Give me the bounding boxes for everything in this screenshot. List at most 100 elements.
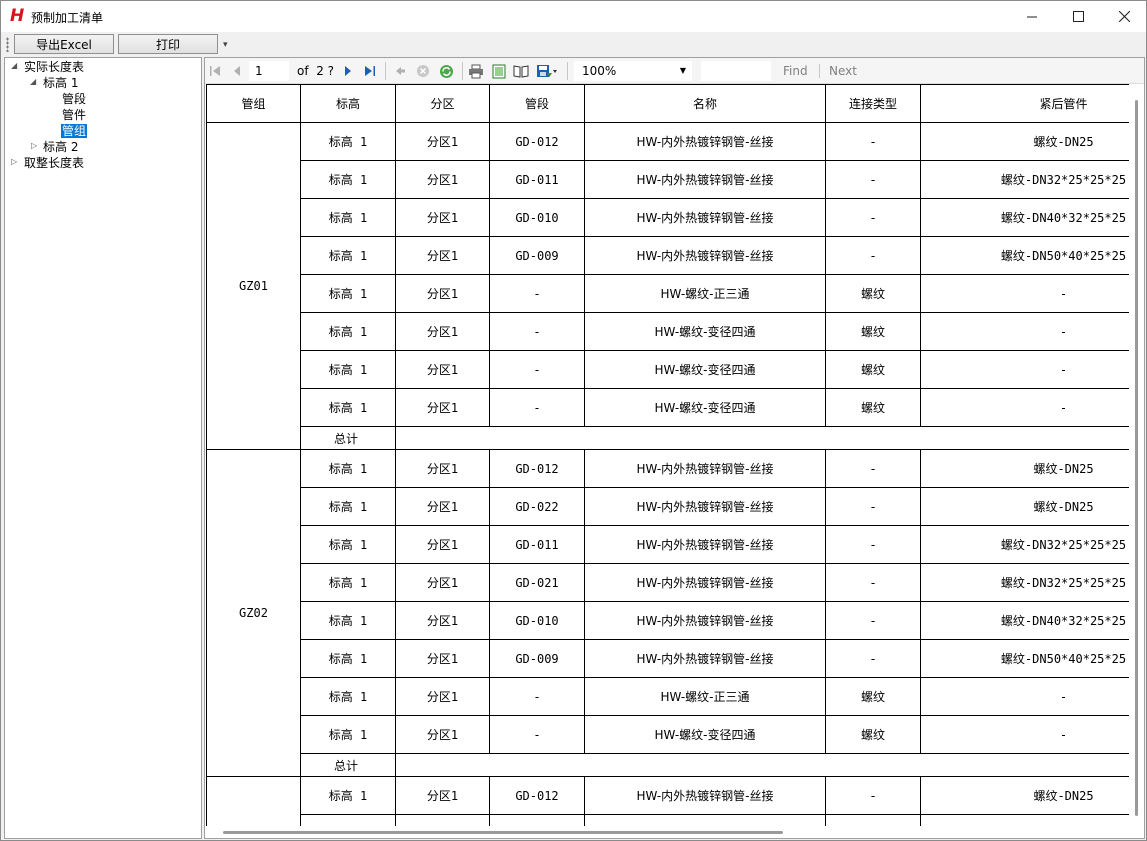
total-row: 总计 [207,753,1129,777]
toolbar-overflow-icon[interactable]: ▾ [223,40,228,50]
back-icon[interactable] [392,63,408,79]
app-logo: H [10,6,25,26]
previous-page-icon[interactable] [229,63,245,79]
expand-arrow-icon[interactable]: ▷ [31,141,37,150]
total-label: 总计 [300,426,396,450]
minimize-button[interactable] [1009,1,1055,32]
report-viewer: 1 of 2 ? 100% ▼ Find Next 管组 标高 分区 管段 名称… [204,57,1145,839]
table-cell: 螺纹-DN25 [920,122,1129,161]
table-cell [584,814,826,826]
table-row: GZ01 标高 1 分区1 GD-012 HW-内外热镀锌钢管-丝接 - 螺纹-DN25 [206,122,1129,450]
close-button[interactable] [1101,1,1147,32]
table-cell: 螺纹-DN25 [920,487,1129,526]
table-cell: 螺纹 [825,677,921,716]
table-row: 标高 1 分区1- HW-螺纹-正三通 螺纹 - [207,677,1129,716]
stop-icon[interactable] [415,63,431,79]
total-value [395,753,1129,777]
table-cell: 标高 1 [300,639,396,678]
table-row: 标高 1 分区1- HW-螺纹-变径四通 螺纹 - [207,715,1129,754]
table-row: GZ02 标高 1 分区1 GD-012 HW-内外热镀锌钢管-丝接 - 螺纹-DN25 [206,449,1129,777]
table-row: 标高 1 分区1- HW-螺纹-正三通 螺纹 - [207,274,1129,313]
table-cell: 标高 1 [300,274,396,313]
toolbar-separator [819,64,820,78]
table-cell: HW-内外热镀锌钢管-丝接 [584,563,826,602]
toolbar-separator [567,62,568,80]
table-cell: 分区1 [395,563,490,602]
column-header: 连接类型 [825,84,921,123]
expand-arrow-icon[interactable]: ▷ [11,157,17,166]
first-page-icon[interactable] [207,63,223,79]
column-header: 管段 [489,84,585,123]
zoom-select[interactable]: 100% ▼ [574,61,692,81]
find-link[interactable]: Find [783,64,808,78]
print-button[interactable]: 打印 [118,34,218,54]
table-cell: 标高 1 [300,449,396,488]
table-cell: 标高 1 [300,776,396,815]
table-cell: 螺纹 [825,715,921,754]
table-cell: - [825,160,921,199]
table-cell: 螺纹 [825,388,921,427]
current-page-input[interactable]: 1 [249,61,289,81]
tree-item-elevation-2[interactable]: 标高 2 [43,139,78,155]
total-label: 总计 [300,753,396,777]
tree-item-pipe-segment[interactable]: 管段 [62,91,86,107]
next-link[interactable]: Next [829,64,857,78]
find-input[interactable] [701,61,771,81]
export-excel-button[interactable]: 导出Excel [14,34,114,54]
table-cell: - [825,198,921,237]
table-cell: HW-内外热镀锌钢管-丝接 [584,487,826,526]
print-layout-icon[interactable] [491,63,507,79]
table-cell: 标高 1 [300,563,396,602]
table-cell: HW-内外热镀锌钢管-丝接 [584,198,826,237]
table-cell: HW-内外热镀锌钢管-丝接 [584,525,826,564]
page-setup-icon[interactable] [513,63,529,79]
next-page-icon[interactable] [340,63,356,79]
table-cell: GD-012 [489,122,585,161]
table-cell: 标高 1 [300,677,396,716]
maximize-icon [1072,11,1084,22]
toolbar-grip-icon[interactable] [6,37,9,52]
table-cell: - [920,312,1129,351]
vertical-scrollbar[interactable] [1129,84,1144,826]
report-toolbar: 1 of 2 ? 100% ▼ Find Next [205,58,1144,84]
table-cell: HW-螺纹-正三通 [584,274,826,313]
table-cell: 标高 1 [300,487,396,526]
tree-item-fitting[interactable]: 管件 [62,107,86,123]
print-icon[interactable] [468,63,484,79]
tree-item-rounded-length[interactable]: 取整长度表 [24,155,84,171]
report-content: 管组 标高 分区 管段 名称 连接类型 紧后管件 GZ01 标高 1 分区1 GD-0… [205,84,1129,826]
zoom-value: 100% [582,64,617,78]
maximize-button[interactable] [1055,1,1101,32]
table-cell: - [489,715,585,754]
tree-item-elevation-1[interactable]: 标高 1 [43,75,78,91]
export-dropdown-icon[interactable] [536,63,558,79]
scrollbar-thumb[interactable] [223,831,783,834]
table-cell: 标高 1 [300,350,396,389]
tree-item-actual-length[interactable]: 实际长度表 [24,59,84,75]
column-header: 紧后管件 [920,84,1129,123]
table-row: 标高 1 分区1- HW-螺纹-变径四通 螺纹 - [207,312,1129,351]
table-cell: - [825,563,921,602]
total-row: 总计 [207,426,1129,450]
table-cell: HW-内外热镀锌钢管-丝接 [584,122,826,161]
table-cell [489,814,585,826]
last-page-icon[interactable] [362,63,378,79]
table-cell: 螺纹-DN50*40*25*25 [920,236,1129,275]
total-pages: 2 ? [316,64,335,78]
table-cell: 分区1 [395,776,490,815]
toolbar-separator [385,62,386,80]
scrollbar-thumb[interactable] [1135,100,1138,816]
table-cell: - [920,715,1129,754]
table-cell: 螺纹-DN32*25*25*25 [920,160,1129,199]
table-row: 标高 1 分区1 GD-011 HW-内外热镀锌钢管-丝接 - 螺纹-DN32*25*25… [207,525,1129,564]
collapse-arrow-icon[interactable]: ◢ [30,77,36,86]
horizontal-scrollbar[interactable] [205,826,1144,838]
table-cell: 螺纹 [825,274,921,313]
collapse-arrow-icon[interactable]: ◢ [11,61,17,70]
tree-item-pipe-group[interactable]: 管组 [61,123,88,139]
table-cell: GD-009 [489,639,585,678]
refresh-icon[interactable] [438,63,454,79]
table-row: 标高 1 分区1 GD-011 HW-内外热镀锌钢管-丝接 - 螺纹-DN32*25*25… [207,160,1129,199]
chevron-down-icon: ▼ [679,66,686,75]
table-cell: - [825,601,921,640]
